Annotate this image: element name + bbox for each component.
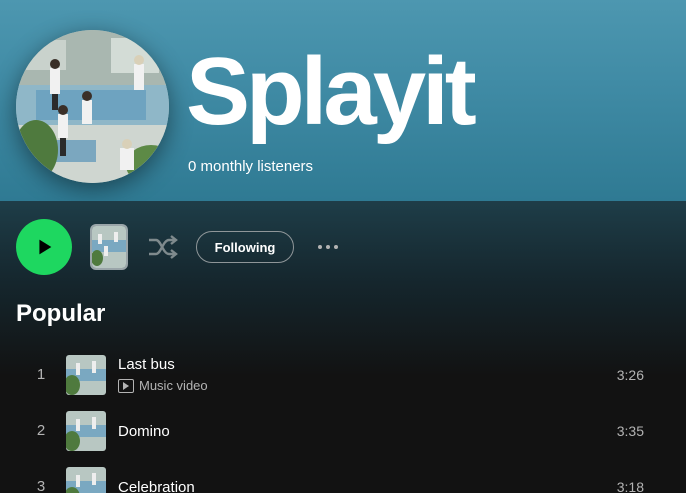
track-row[interactable]: 2 Domino 3:35	[0, 403, 686, 459]
more-dot	[326, 245, 330, 249]
track-number: 2	[36, 422, 46, 439]
following-button[interactable]: Following	[196, 231, 294, 263]
more-dot	[334, 245, 338, 249]
track-row[interactable]: 3 Celebration 3:18	[0, 459, 686, 493]
thumbnail-image	[92, 226, 126, 268]
track-title[interactable]: Celebration	[118, 479, 195, 493]
artist-name: Splayit	[186, 38, 477, 145]
artist-header: Splayit 0 monthly listeners	[0, 0, 686, 201]
more-options-button[interactable]	[312, 234, 344, 260]
track-number: 1	[36, 366, 46, 383]
play-icon	[39, 239, 52, 255]
shuffle-button[interactable]	[146, 230, 180, 264]
track-title[interactable]: Domino	[118, 423, 170, 440]
more-dot	[318, 245, 322, 249]
track-row[interactable]: 1 Last bus Music video 3:26	[0, 347, 686, 403]
music-video-icon	[118, 378, 134, 393]
track-number: 3	[36, 478, 46, 493]
track-duration: 3:26	[616, 367, 644, 383]
track-artwork	[66, 411, 106, 451]
play-button[interactable]	[16, 219, 72, 275]
track-title[interactable]: Last bus	[118, 356, 175, 373]
artist-thumbnail-button[interactable]	[90, 224, 128, 270]
music-video-label[interactable]: Music video	[118, 378, 208, 393]
monthly-listeners: 0 monthly listeners	[188, 158, 314, 175]
artist-avatar	[16, 30, 169, 183]
track-duration: 3:35	[616, 423, 644, 439]
track-artwork	[66, 355, 106, 395]
shuffle-icon	[149, 235, 178, 259]
track-artwork	[66, 467, 106, 493]
track-duration: 3:18	[616, 479, 644, 493]
popular-heading: Popular	[16, 300, 106, 327]
music-video-text: Music video	[139, 378, 208, 393]
